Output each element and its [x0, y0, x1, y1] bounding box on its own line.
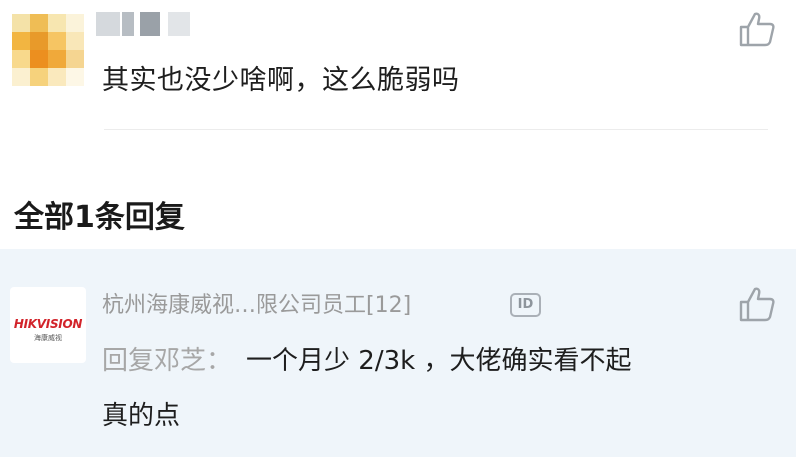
comment-item: 其实也没少啥啊，这么脆弱吗 [0, 0, 796, 132]
user-avatar-pixelated[interactable] [12, 14, 84, 86]
reply-text-line2: 真的点 [102, 401, 181, 431]
reply-to-prefix[interactable]: 回复邓芝： [102, 346, 232, 376]
comment-text: 其实也没少啥啊，这么脆弱吗 [102, 65, 460, 96]
reply-username[interactable]: 杭州海康威视…限公司员工[12] [102, 287, 411, 319]
reply-item: HIKVISION 海康威视 杭州海康威视…限公司员工[12] ID 回复邓芝：… [0, 249, 796, 457]
reply-avatar[interactable]: HIKVISION 海康威视 [10, 287, 86, 363]
replies-section-title: 全部1条回复 [14, 200, 185, 235]
reply-text: 一个月少 2/3k ，大佬确实看不起 [246, 346, 632, 376]
username-obscured [96, 10, 206, 40]
reply-text-line1: 回复邓芝： 一个月少 2/3k ，大佬确实看不起 [102, 340, 631, 377]
id-badge: ID [510, 293, 541, 317]
comment-divider [104, 129, 768, 130]
thumbs-up-icon[interactable] [737, 285, 777, 325]
hikvision-logo-subtext: 海康威视 [34, 334, 62, 342]
thumbs-up-icon[interactable] [737, 10, 777, 50]
hikvision-logo: HIKVISION [13, 317, 83, 331]
